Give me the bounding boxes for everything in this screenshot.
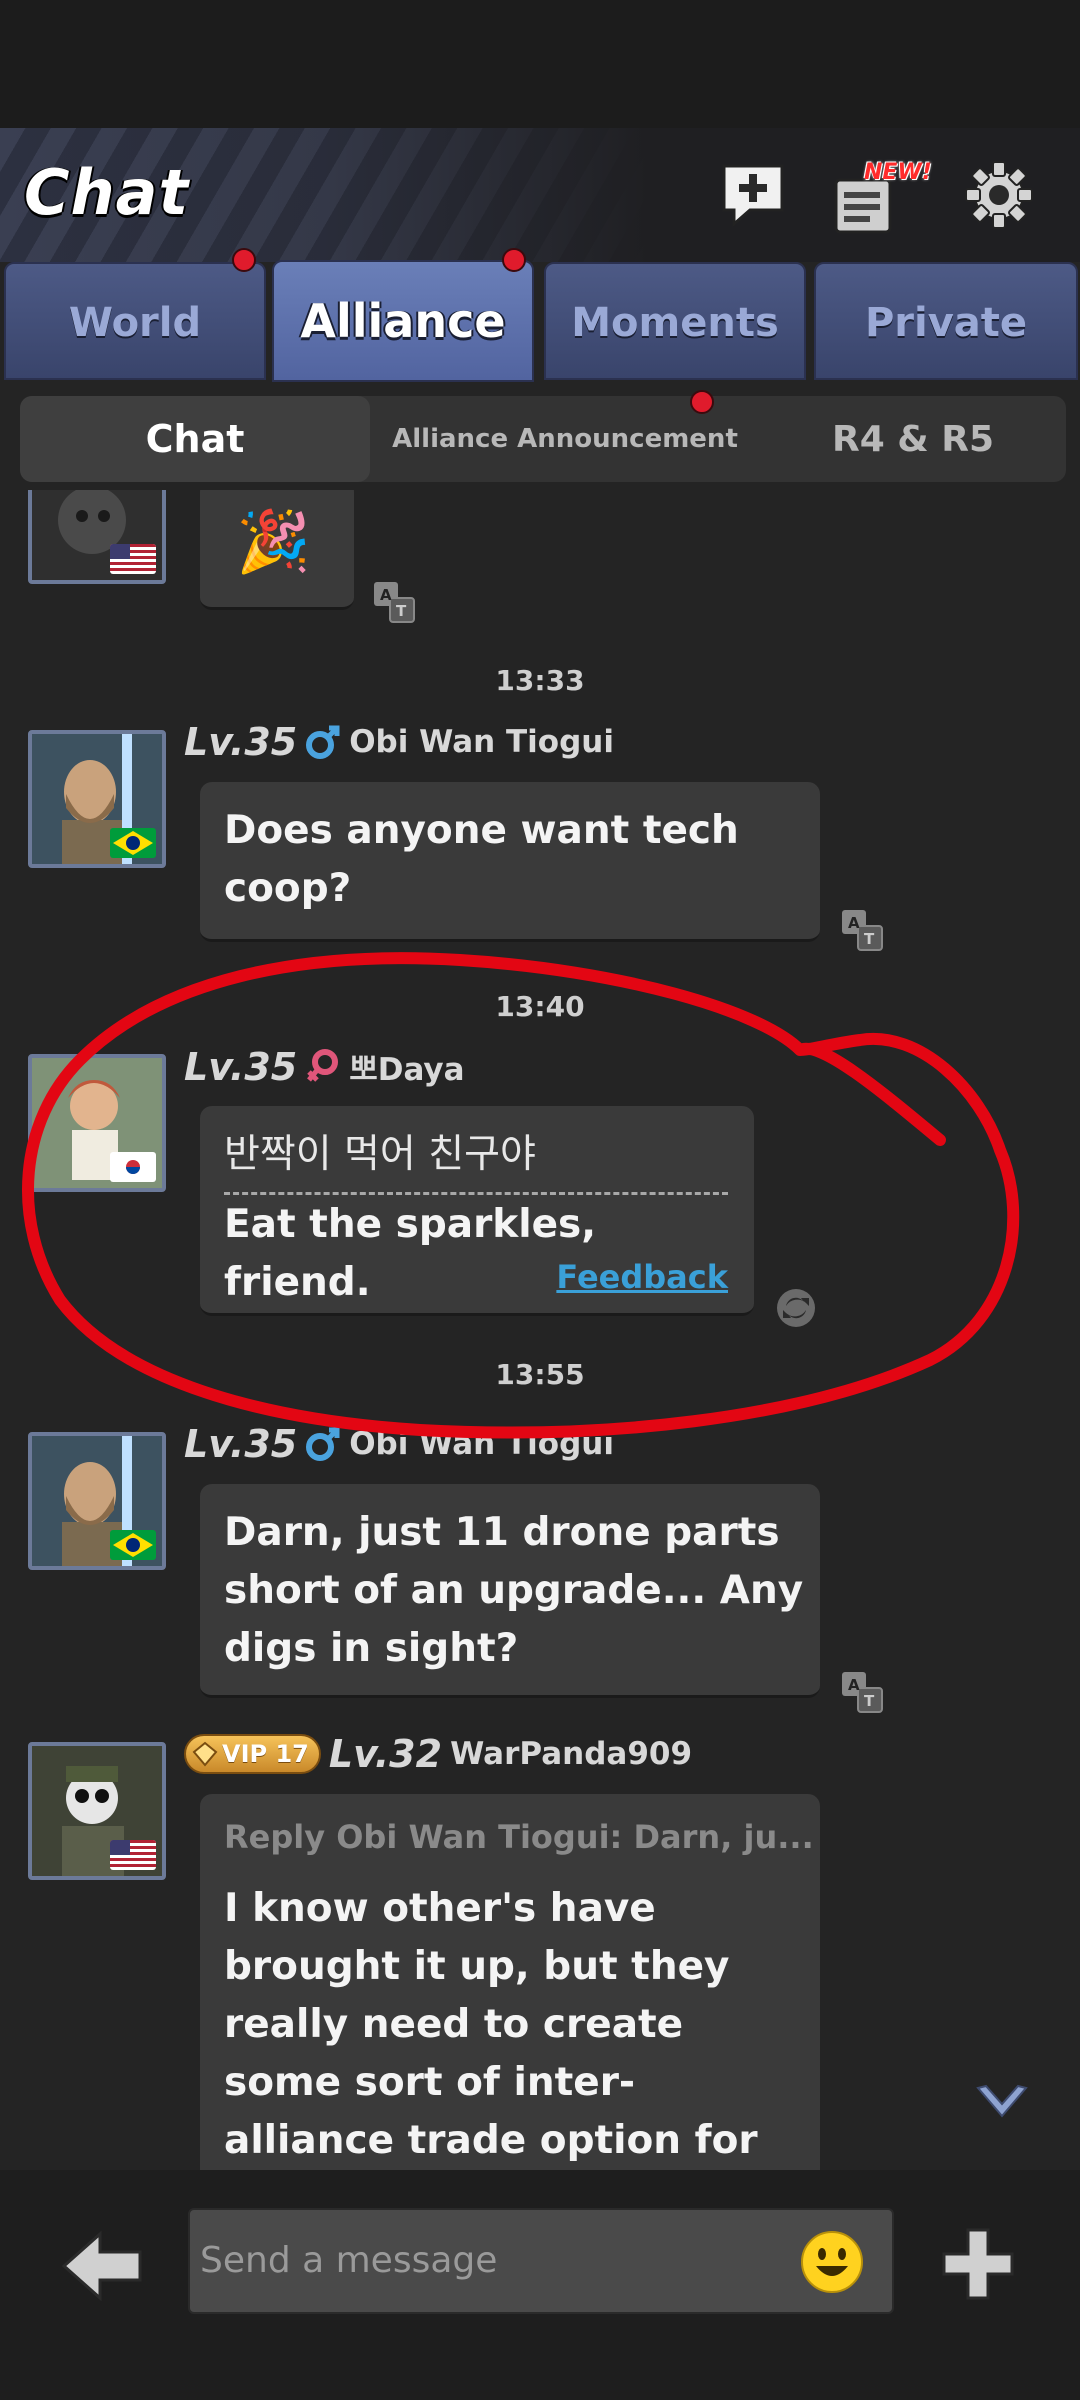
tab-moments[interactable]: Moments — [544, 262, 806, 380]
translate-icon[interactable]: AT — [840, 908, 884, 952]
message-text-line: Darn, just 11 drone parts — [224, 1510, 780, 1555]
player-level: Lv.35 — [184, 1422, 298, 1466]
player-level: Lv.35 — [184, 1044, 298, 1089]
svg-text:A: A — [848, 1676, 860, 1694]
timestamp: 13:33 — [495, 664, 585, 697]
tab-world[interactable]: World — [4, 262, 266, 380]
avatar[interactable] — [28, 1054, 166, 1192]
message-text-line: Does anyone want tech — [224, 808, 739, 853]
brazil-flag-icon — [110, 828, 156, 858]
subtab-announcement-notification-dot — [690, 390, 714, 414]
sender-info: VIP 17 Lv.32 WarPanda909 — [184, 1732, 692, 1776]
tab-world-notification-dot — [232, 248, 256, 272]
message-bubble[interactable]: 🎉 — [200, 490, 354, 610]
tab-alliance-notification-dot — [502, 248, 526, 272]
message-text-line: alliance trade option for — [224, 2118, 758, 2163]
channel-tabs: World Alliance Moments Private — [0, 248, 1080, 382]
female-gender-icon — [305, 1048, 341, 1086]
plus-icon[interactable] — [940, 2226, 1016, 2302]
translate-icon[interactable]: AT — [840, 1670, 884, 1714]
message-text-line: I know other's have — [224, 1886, 656, 1931]
male-gender-icon — [305, 1426, 341, 1462]
new-badge: NEW! — [864, 160, 932, 185]
sender-info: Lv.35 Obi Wan Tiogui — [184, 720, 614, 764]
timestamp: 13:40 — [495, 990, 585, 1023]
status-bar-area — [0, 0, 1080, 128]
message-text-line: some sort of inter- — [224, 2060, 636, 2105]
sender-info: Lv.35 Obi Wan Tiogui — [184, 1422, 614, 1466]
message-text-line: really need to create — [224, 2002, 684, 2047]
tab-alliance[interactable]: Alliance — [272, 260, 534, 382]
avatar[interactable] — [28, 490, 166, 584]
message-composer-bar — [0, 2170, 1080, 2400]
message-text-line: brought it up, but they — [224, 1944, 730, 1989]
svg-text:A: A — [848, 914, 860, 932]
message-bubble[interactable]: Darn, just 11 drone parts short of an up… — [200, 1484, 820, 1698]
player-name[interactable]: Obi Wan Tiogui — [349, 1426, 614, 1462]
svg-text:A: A — [380, 586, 392, 604]
message-bubble[interactable]: Reply Obi Wan Tiogui: Darn, ju... I know… — [200, 1794, 820, 2170]
chat-header: Chat NEW! — [0, 128, 1080, 262]
avatar[interactable] — [28, 730, 166, 868]
player-level: Lv.35 — [184, 720, 298, 764]
message-bubble[interactable]: Does anyone want tech coop? — [200, 782, 820, 942]
message-input-box[interactable] — [188, 2208, 894, 2314]
player-name[interactable]: WarPanda909 — [450, 1736, 692, 1772]
vip-badge: VIP 17 — [184, 1734, 321, 1774]
us-flag-icon — [110, 544, 156, 574]
svg-text:T: T — [396, 602, 407, 620]
avatar[interactable] — [28, 1742, 166, 1880]
feedback-link[interactable]: Feedback — [556, 1258, 728, 1296]
back-arrow-icon[interactable] — [60, 2228, 144, 2304]
player-level: Lv.32 — [328, 1732, 443, 1776]
translate-icon[interactable]: AT — [372, 580, 416, 624]
translation-divider — [224, 1192, 728, 1195]
player-name[interactable]: Obi Wan Tiogui — [349, 724, 614, 760]
refresh-translation-icon[interactable] — [774, 1286, 818, 1330]
news-icon[interactable]: NEW! — [826, 158, 932, 234]
tab-private[interactable]: Private — [814, 262, 1078, 380]
subtab-r4-r5[interactable]: R4 & R5 — [760, 396, 1066, 482]
timestamp: 13:55 — [495, 1358, 585, 1391]
message-text-line: short of an upgrade... Any — [224, 1568, 804, 1613]
message-text-line: coop? — [224, 866, 352, 911]
vip-diamond-icon — [192, 1741, 218, 1767]
us-flag-icon — [110, 1840, 156, 1870]
avatar[interactable] — [28, 1432, 166, 1570]
subtab-chat[interactable]: Chat — [20, 396, 370, 482]
south-korea-flag-icon — [110, 1152, 156, 1182]
sender-info: Lv.35 뽀Daya — [184, 1044, 465, 1089]
message-text-line: digs in sight? — [224, 1626, 519, 1671]
message-bubble[interactable]: 반짝이 먹어 친구야 Eat the sparkles, friend. Fee… — [200, 1106, 754, 1316]
brazil-flag-icon — [110, 1530, 156, 1560]
scroll-down-chevron-icon[interactable] — [974, 2082, 1030, 2126]
sub-tabs: Chat Alliance Announcement R4 & R5 — [20, 390, 1066, 482]
reply-quote[interactable]: Reply Obi Wan Tiogui: Darn, ju... — [224, 1818, 814, 1856]
settings-gear-icon[interactable] — [962, 158, 1036, 232]
party-popper-emoji: 🎉 — [236, 507, 311, 577]
page-title: Chat — [24, 156, 190, 229]
new-chat-icon[interactable] — [716, 158, 790, 232]
player-name[interactable]: 뽀Daya — [349, 1044, 464, 1089]
svg-text:T: T — [864, 1692, 875, 1710]
message-list[interactable]: 🎉 AT 13:33 Lv.35 Obi Wan Tiogui Does any… — [0, 490, 1080, 2170]
svg-text:T: T — [864, 930, 875, 948]
male-gender-icon — [305, 724, 341, 760]
emoji-icon[interactable] — [800, 2230, 864, 2294]
message-input[interactable] — [200, 2210, 800, 2310]
original-message-text: 반짝이 먹어 친구야 — [224, 1132, 536, 1177]
